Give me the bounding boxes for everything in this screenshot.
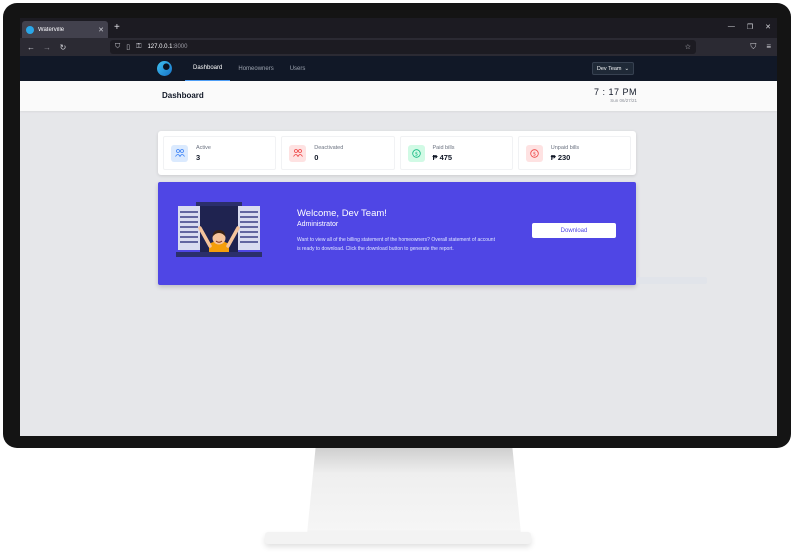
close-tab-icon[interactable]: ✕ — [98, 26, 104, 34]
dollar-icon: $ — [407, 144, 425, 162]
browser-tabbar: Waterville ✕ + — ❐ ✕ — [20, 18, 777, 38]
stats-panel: Active 3 Deactivated 0 $ Paid bills ₱ 47… — [158, 131, 636, 175]
pocket-icon[interactable]: ⛉ — [750, 42, 756, 52]
stat-card-deactivated: Deactivated 0 — [281, 136, 395, 170]
new-tab-icon[interactable]: + — [114, 22, 120, 33]
minimize-icon[interactable]: — — [728, 23, 735, 31]
stat-value: 0 — [314, 152, 319, 162]
window-illustration — [176, 202, 262, 257]
tab-users[interactable]: Users — [282, 56, 314, 81]
download-button[interactable]: Download — [532, 223, 616, 238]
tab-title: Waterville — [38, 26, 65, 33]
stat-label: Deactivated — [314, 144, 344, 151]
tab-homeowners[interactable]: Homeowners — [230, 56, 281, 81]
user-menu-label: Dev Team — [596, 65, 622, 72]
forward-icon[interactable]: → — [39, 43, 55, 52]
browser-toolbar-right: ⛉ ≡ — [750, 42, 771, 52]
browser-navbar: ← → ↻ ⛉ ▯ ⚿ 127.0.0.1:8000 ☆ ⛉ ≡ — [20, 38, 777, 56]
screen: Waterville ✕ + — ❐ ✕ ← → ↻ ⛉ ▯ ⚿ 127.0.0… — [20, 18, 777, 436]
app-navbar: Dashboard Homeowners Users Dev Team ⌄ — [20, 56, 777, 81]
users-icon — [171, 144, 188, 162]
app-tabs: Dashboard Homeowners Users — [185, 56, 313, 81]
stat-value: 3 — [196, 152, 201, 162]
welcome-description: Want to view all of the billing statemen… — [297, 237, 495, 252]
dollar-icon: $ — [525, 144, 543, 162]
monitor-stand-base — [265, 532, 531, 544]
welcome-role: Administrator — [297, 221, 339, 228]
page-icon: ▯ — [126, 44, 131, 51]
menu-icon[interactable]: ≡ — [766, 42, 771, 52]
shield-icon[interactable]: ⛉ — [115, 43, 120, 51]
clock-time: 7 : 17 PM — [593, 87, 637, 97]
users-icon — [289, 144, 307, 162]
url-bar[interactable]: ⛉ ▯ ⚿ 127.0.0.1:8000 ☆ — [110, 40, 696, 54]
stat-label: Unpaid bills — [550, 144, 580, 151]
favicon-icon — [26, 25, 34, 34]
page-header: Dashboard 7 : 17 PM Sun 06/27/21 — [20, 81, 777, 111]
svg-text:$: $ — [414, 151, 417, 157]
clock: 7 : 17 PM Sun 06/27/21 — [594, 87, 637, 103]
maximize-icon[interactable]: ❐ — [747, 23, 753, 31]
monitor-frame: Waterville ✕ + — ❐ ✕ ← → ↻ ⛉ ▯ ⚿ 127.0.0… — [3, 3, 791, 448]
page-title: Dashboard — [162, 91, 204, 100]
stat-card-active: Active 3 — [163, 136, 277, 170]
window-controls: — ❐ ✕ — [728, 23, 771, 31]
stat-label: Paid bills — [432, 144, 455, 151]
welcome-banner: Welcome, Dev Team! Administrator Want to… — [158, 182, 636, 285]
tab-dashboard[interactable]: Dashboard — [185, 56, 231, 81]
stat-value: ₱ 230 — [550, 152, 571, 162]
key-icon[interactable]: ⚿ — [136, 43, 141, 51]
user-menu-dropdown[interactable]: Dev Team ⌄ — [592, 62, 634, 75]
clock-date: Sun 06/27/21 — [610, 98, 637, 103]
svg-text:$: $ — [533, 151, 536, 157]
stat-value: ₱ 475 — [432, 152, 453, 162]
monitor-stand-neck — [307, 448, 521, 534]
chevron-down-icon: ⌄ — [624, 65, 630, 72]
url-text: 127.0.0.1:8000 — [147, 44, 188, 50]
browser-tab[interactable]: Waterville ✕ — [22, 21, 108, 38]
welcome-title: Welcome, Dev Team! — [297, 208, 387, 219]
reload-icon[interactable]: ↻ — [55, 43, 71, 52]
faded-placeholder — [637, 277, 707, 284]
stat-card-unpaid-bills: $ Unpaid bills ₱ 230 — [517, 136, 631, 170]
app-logo[interactable] — [157, 61, 172, 76]
bookmark-star-icon[interactable]: ☆ — [685, 43, 691, 51]
back-icon[interactable]: ← — [23, 43, 39, 52]
close-window-icon[interactable]: ✕ — [765, 23, 771, 31]
stat-card-paid-bills: $ Paid bills ₱ 475 — [399, 136, 513, 170]
stat-label: Active — [196, 144, 211, 151]
